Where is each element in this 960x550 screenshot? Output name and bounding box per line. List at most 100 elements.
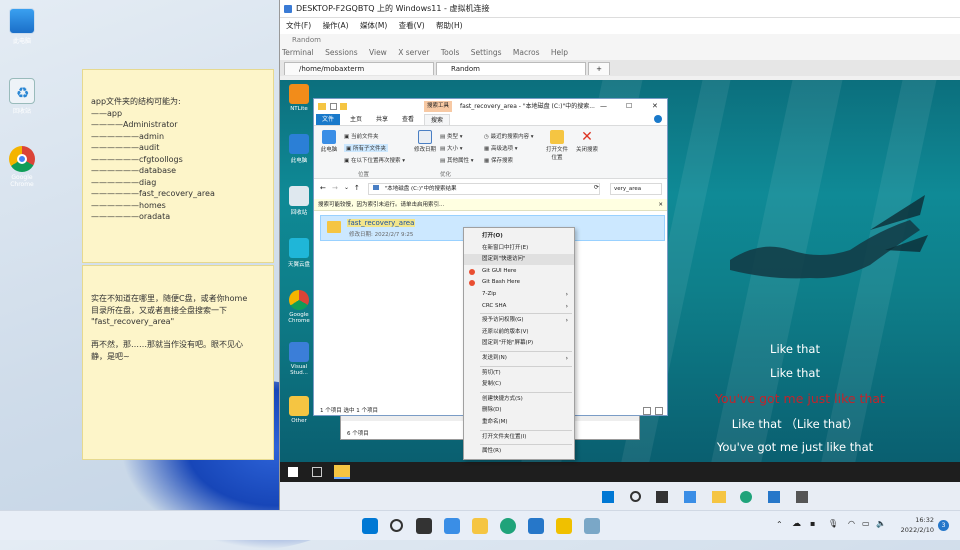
desktop-icon-chrome[interactable]: Google Chrome <box>2 146 42 188</box>
context-menu-item[interactable]: CRC SHA › <box>464 301 574 312</box>
context-menu-item[interactable]: 固定到"快速访问" <box>464 254 574 266</box>
widgets-icon[interactable] <box>684 491 696 503</box>
close-button[interactable]: ✕ <box>652 99 658 114</box>
save-search-button[interactable]: ▦ 保存搜索 <box>484 156 513 164</box>
wifi-icon[interactable]: ◠ <box>848 519 855 528</box>
current-folder-button[interactable]: ▣ 当前文件夹 <box>344 132 378 140</box>
sticky-note-structure[interactable]: app文件夹的结构可能为: ——app ————Administrator —————… <box>82 69 274 263</box>
remote-icon-this-pc[interactable]: 此电脑 <box>286 134 312 164</box>
tray-app-icon[interactable]: ▪ <box>810 519 815 528</box>
mx-menu-xserver[interactable]: X server <box>398 48 429 57</box>
context-menu-item[interactable]: 属性(R) <box>464 446 574 457</box>
vm-menu-action[interactable]: 操作(A) <box>323 21 349 30</box>
open-file-location-button[interactable]: 打开文件位置 <box>544 130 570 161</box>
search-icon[interactable] <box>390 519 403 532</box>
tab-home-mobaxterm[interactable]: /home/mobaxterm <box>284 62 434 75</box>
this-pc-button[interactable]: 此电脑 <box>316 130 342 153</box>
mx-menu-sessions[interactable]: Sessions <box>325 48 358 57</box>
context-menu-item[interactable]: Git GUI Here <box>464 266 574 277</box>
mx-menu-view[interactable]: View <box>369 48 387 57</box>
recent-searches-button[interactable]: ◷ 最近的搜索内容 ▾ <box>484 132 534 140</box>
context-menu-item[interactable]: 创建快捷方式(S) <box>464 394 574 405</box>
ribbon-tab-home[interactable]: 主页 <box>344 114 368 125</box>
mobaxterm-icon[interactable] <box>796 491 808 503</box>
desktop-icon-recycle-bin[interactable]: ♻ 回收站 <box>2 78 42 115</box>
search-icon[interactable] <box>630 491 641 502</box>
remote-icon-cloud[interactable]: 天翼云盘 <box>286 238 312 268</box>
forward-arrow-icon[interactable]: → <box>332 184 338 192</box>
new-tab-button[interactable]: + <box>588 62 610 75</box>
refresh-icon[interactable]: ⟳ <box>594 184 599 191</box>
notification-badge[interactable]: 3 <box>938 520 949 531</box>
remote-icon-vs[interactable]: Visual Stud... <box>286 342 312 376</box>
context-menu-item[interactable]: 打开(O) <box>464 231 574 242</box>
tray-chevron-icon[interactable]: ⌃ <box>776 520 783 529</box>
tab-random[interactable]: Random <box>436 62 586 75</box>
up-arrow-icon[interactable]: ↑ <box>354 184 360 192</box>
ribbon-tab-search[interactable]: 搜索 <box>424 114 451 125</box>
edge-icon[interactable] <box>500 518 516 534</box>
ribbon-tab-share[interactable]: 共享 <box>370 114 394 125</box>
cloud-icon[interactable]: ☁ <box>792 519 801 529</box>
index-info-bar[interactable]: 搜索可能较慢，因为索引未运行。请单击启用索引... ✕ <box>314 199 667 211</box>
remote-icon-ntlite[interactable]: NTLite <box>286 84 312 112</box>
task-view-icon[interactable] <box>656 491 668 503</box>
size-filter[interactable]: ▤ 大小 ▾ <box>440 144 462 152</box>
edge-icon[interactable] <box>740 491 752 503</box>
vm-menu-view[interactable]: 查看(V) <box>399 21 425 30</box>
large-icons-view-icon[interactable] <box>655 407 663 415</box>
mx-menu-tools[interactable]: Tools <box>441 48 459 57</box>
volume-icon[interactable]: 🔈 <box>876 519 886 528</box>
sticky-notes-icon[interactable] <box>556 518 572 534</box>
details-view-icon[interactable] <box>643 407 651 415</box>
close-search-button[interactable]: ✕ 关闭搜索 <box>574 130 600 153</box>
search-input[interactable]: very_area <box>610 183 662 195</box>
close-info-icon[interactable]: ✕ <box>658 199 663 211</box>
file-explorer-icon[interactable] <box>334 465 350 479</box>
folder-icon[interactable] <box>712 491 726 503</box>
back-arrow-icon[interactable]: ← <box>320 184 326 192</box>
context-menu-item[interactable]: 重命名(M) <box>464 417 574 428</box>
remote-icon-recycle[interactable]: 回收站 <box>286 186 312 216</box>
context-menu-item[interactable]: 剪切(T) <box>464 368 574 379</box>
clock-time[interactable]: 16:32 <box>892 516 934 524</box>
mic-icon[interactable]: 🎙 <box>828 519 838 528</box>
new-folder-icon[interactable] <box>340 103 347 110</box>
modified-date-button[interactable]: 修改日期 <box>412 130 438 153</box>
context-menu-item[interactable]: 打开文件夹位置(I) <box>464 432 574 443</box>
context-menu-item[interactable]: 7-Zip › <box>464 289 574 300</box>
hyper-v-icon[interactable] <box>584 518 600 534</box>
mx-menu-help[interactable]: Help <box>551 48 568 57</box>
mx-menu-terminal[interactable]: Terminal <box>282 48 314 57</box>
vm-menu-file[interactable]: 文件(F) <box>286 21 311 30</box>
task-view-icon[interactable] <box>312 467 322 477</box>
maximize-button[interactable]: ☐ <box>626 99 632 114</box>
windows-start-icon[interactable] <box>288 467 298 477</box>
context-menu-item[interactable]: 授予访问权限(G) › <box>464 315 574 326</box>
context-menu[interactable]: 打开(O) 在新窗口中打开(E) 固定到"快速访问" Git GUI Here Git … <box>463 227 575 460</box>
remote-icon-other[interactable]: Other <box>286 396 312 424</box>
kind-filter[interactable]: ▤ 类型 ▾ <box>440 132 462 140</box>
clock-date[interactable]: 2022/2/10 <box>892 526 934 534</box>
context-menu-item[interactable]: 发送到(N) › <box>464 353 574 364</box>
advanced-options-button[interactable]: ▦ 高级选项 ▾ <box>484 144 517 152</box>
desktop-icon-this-pc[interactable]: 此电脑 <box>2 8 42 45</box>
widgets-icon[interactable] <box>444 518 460 534</box>
minimize-button[interactable]: — <box>600 99 607 114</box>
context-menu-item[interactable]: 固定到"开始"屏幕(P) <box>464 338 574 349</box>
store-icon[interactable] <box>528 518 544 534</box>
store-icon[interactable] <box>768 491 780 503</box>
search-again-button[interactable]: ▣ 在以下位置再次搜索 ▾ <box>344 156 405 164</box>
context-menu-item[interactable]: 在新窗口中打开(E) <box>464 243 574 254</box>
vm-menu-media[interactable]: 媒体(M) <box>360 21 387 30</box>
context-menu-item[interactable]: 删除(D) <box>464 405 574 416</box>
file-explorer-icon[interactable] <box>472 518 488 534</box>
windows-start-icon[interactable] <box>362 518 378 534</box>
task-view-icon[interactable] <box>416 518 432 534</box>
sticky-note-tip[interactable]: 实在不知道在哪里，随便C盘，或者你home 目录所在盘，又或者直接全盘搜索一下 "f… <box>82 265 274 460</box>
properties-icon[interactable] <box>330 103 337 110</box>
vm-menu-help[interactable]: 帮助(H) <box>436 21 463 30</box>
mx-menu-settings[interactable]: Settings <box>471 48 502 57</box>
help-icon[interactable] <box>654 115 662 123</box>
mx-menu-macros[interactable]: Macros <box>513 48 540 57</box>
